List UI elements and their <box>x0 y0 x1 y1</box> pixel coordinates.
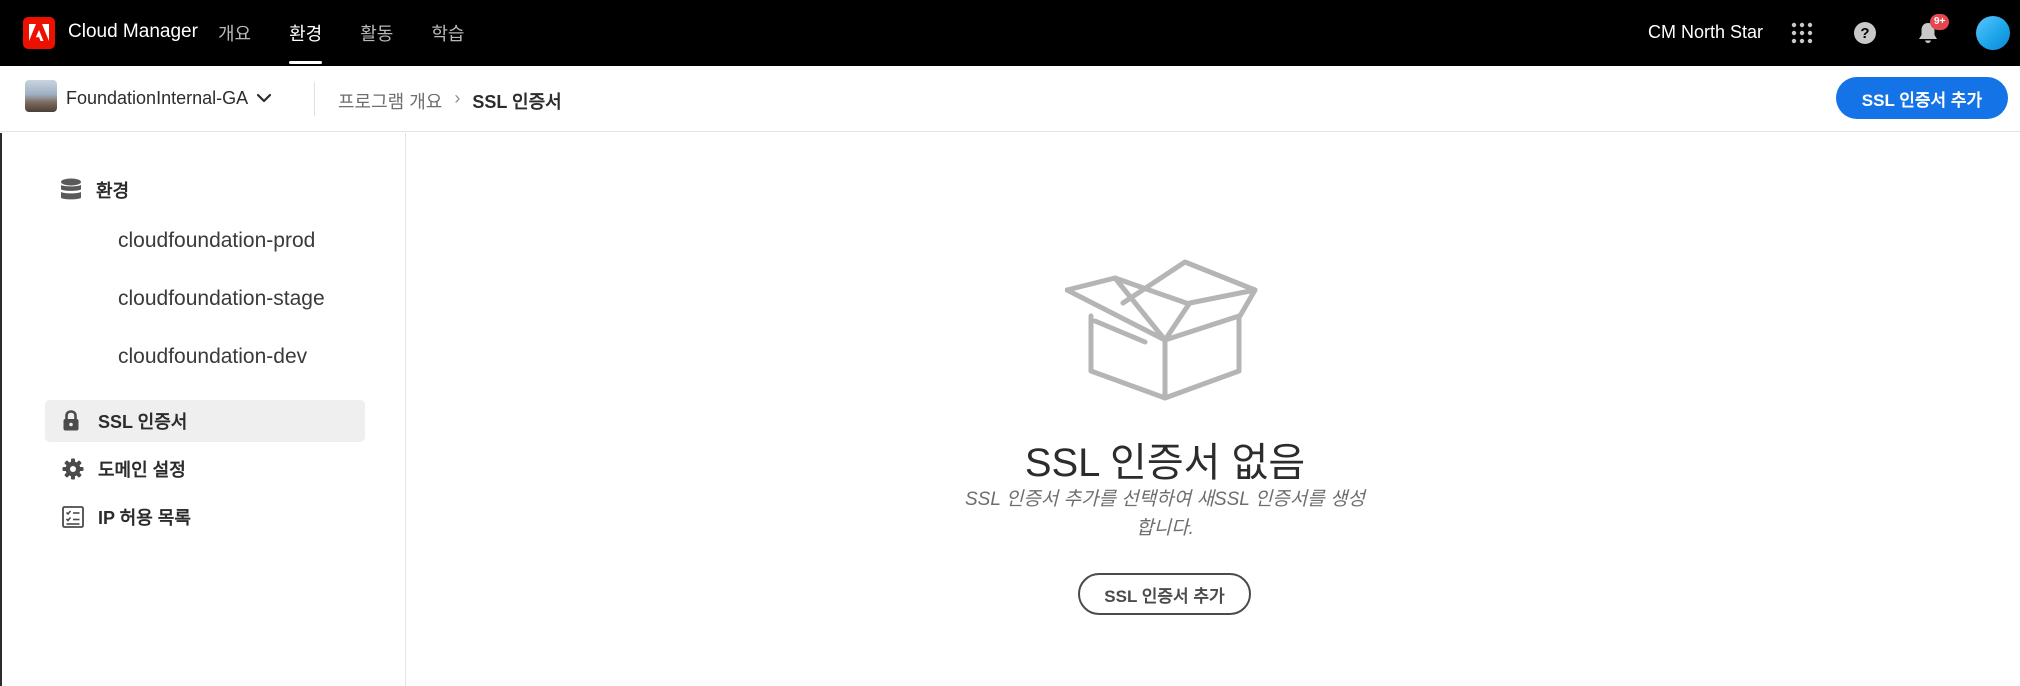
lock-icon <box>62 410 88 432</box>
sidebar-environments-header: 환경 <box>60 177 129 203</box>
notification-badge: 9+ <box>1930 14 1950 30</box>
sidebar-item-env-dev[interactable]: cloudfoundation-dev <box>118 345 307 369</box>
sub-header: FoundationInternal-GA 프로그램 개요 › SSL 인증서 … <box>0 66 2020 132</box>
checklist-icon <box>62 506 88 528</box>
program-switcher[interactable]: FoundationInternal-GA <box>66 88 248 109</box>
top-bar: Cloud Manager 개요 환경 활동 학습 CM North Star … <box>0 0 2020 66</box>
app-title[interactable]: Cloud Manager <box>68 21 198 43</box>
empty-state-description: SSL 인증서 추가를 선택하여 새SSL 인증서를 생성합니다. <box>965 489 1365 539</box>
sidebar-item-label: IP 허용 목록 <box>98 508 191 528</box>
open-box-icon <box>1064 258 1265 408</box>
svg-text:?: ? <box>1860 25 1869 42</box>
nav-environments[interactable]: 환경 <box>289 0 323 66</box>
divider <box>314 82 315 116</box>
empty-state-title: SSL 인증서 없음 <box>1024 441 1306 485</box>
avatar[interactable] <box>1976 16 2010 50</box>
adobe-logo-icon[interactable] <box>23 17 55 49</box>
breadcrumb-program-overview[interactable]: 프로그램 개요 <box>338 88 442 114</box>
nav-learning[interactable]: 학습 <box>431 0 464 66</box>
sidebar-item-env-stage[interactable]: cloudfoundation-stage <box>118 287 325 311</box>
breadcrumb: 프로그램 개요 › SSL 인증서 <box>338 88 562 114</box>
nav-activity[interactable]: 활동 <box>360 0 393 66</box>
sidebar-item-ip-allowlists[interactable]: IP 허용 목록 <box>45 496 365 538</box>
top-nav: 개요 환경 활동 학습 <box>218 0 503 66</box>
breadcrumb-current: SSL 인증서 <box>472 92 562 112</box>
org-switcher[interactable]: CM North Star <box>1648 22 1763 43</box>
add-ssl-certificate-empty-button[interactable]: SSL 인증서 추가 <box>1078 573 1251 615</box>
sidebar-item-env-prod[interactable]: cloudfoundation-prod <box>118 229 315 253</box>
nav-overview[interactable]: 개요 <box>218 0 251 66</box>
sidebar-environments-label: 환경 <box>96 181 130 201</box>
add-ssl-certificate-button[interactable]: SSL 인증서 추가 <box>1836 77 2008 119</box>
chevron-down-icon[interactable] <box>255 89 273 112</box>
database-icon <box>60 178 86 202</box>
program-thumbnail[interactable] <box>25 80 57 112</box>
sidebar: 환경 cloudfoundation-prod cloudfoundation-… <box>0 133 406 686</box>
apps-grid-icon[interactable] <box>1788 19 1816 47</box>
breadcrumb-separator: › <box>454 88 461 108</box>
help-icon[interactable]: ? <box>1851 19 1879 47</box>
